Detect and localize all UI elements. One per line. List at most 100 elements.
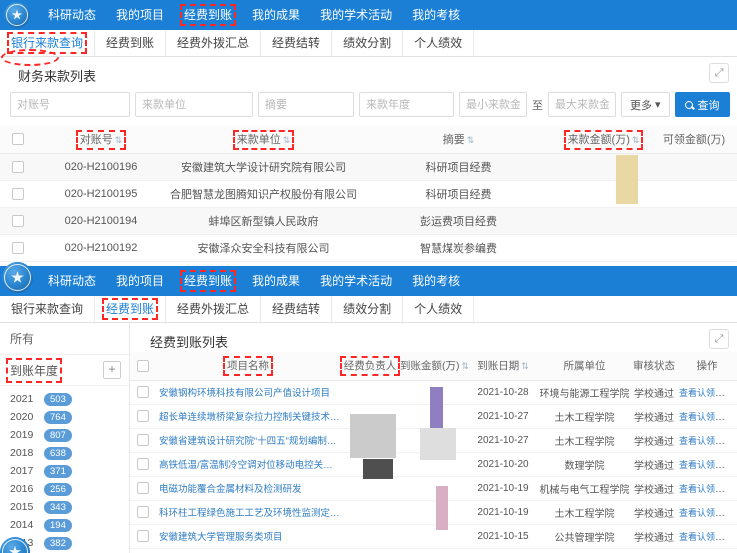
nav-item-my-assessment[interactable]: 我的考核 xyxy=(402,266,470,296)
arrival-row[interactable]: 科环柱工程绿色施工工艺及环境性监测定性研究 2021-10-19 土木工程学院 … xyxy=(130,500,737,524)
nav-item-funding-arrival[interactable]: 经费到账 xyxy=(174,266,242,296)
select-all-checkbox[interactable] xyxy=(12,133,24,145)
col-header-status[interactable]: 审核状态 xyxy=(631,352,677,380)
nav-item-research-news[interactable]: 科研动态 xyxy=(38,0,106,30)
expand-icon[interactable]: ⤢ xyxy=(709,63,729,83)
year-filter-2017[interactable]: 2017371 xyxy=(0,462,129,480)
col-header-leader[interactable]: 经费负责人 xyxy=(340,352,400,380)
row-checkbox[interactable] xyxy=(12,215,24,227)
status-cell: 学校通过 xyxy=(631,404,677,428)
subnav-performance-split[interactable]: 绩效分割 xyxy=(332,296,403,322)
nav-item-my-achievements[interactable]: 我的成果 xyxy=(242,0,310,30)
col-header-unit[interactable]: 来款单位⇅ xyxy=(166,126,361,153)
nav-item-my-projects[interactable]: 我的项目 xyxy=(106,266,174,296)
available-cell xyxy=(651,153,737,180)
row-checkbox[interactable] xyxy=(137,434,149,446)
subnav-bank-income-query[interactable]: 银行来款查询 xyxy=(0,296,95,322)
subnav-personal-performance[interactable]: 个人绩效 xyxy=(403,30,474,56)
subnav-performance-split[interactable]: 绩效分割 xyxy=(332,30,403,56)
view-claim-link[interactable]: 查看认领 xyxy=(679,388,715,398)
view-claim-link[interactable]: 查看认领 xyxy=(679,532,715,542)
subnav-outbound-summary[interactable]: 经费外拨汇总 xyxy=(166,30,261,56)
subnav-personal-performance[interactable]: 个人绩效 xyxy=(403,296,474,322)
nav-item-my-assessment[interactable]: 我的考核 xyxy=(402,0,470,30)
expand-icon[interactable]: ⤢ xyxy=(709,329,729,349)
filter-all[interactable]: 所有 xyxy=(0,323,129,355)
select-all-checkbox[interactable] xyxy=(137,360,149,372)
col-header-project-name[interactable]: 项目名称 xyxy=(156,352,340,380)
row-checkbox[interactable] xyxy=(12,188,24,200)
row-checkbox[interactable] xyxy=(12,242,24,254)
row-checkbox[interactable] xyxy=(137,410,149,422)
view-claim-link[interactable]: 查看认领 xyxy=(679,508,715,518)
project-name-link[interactable]: 科环柱工程绿色施工工艺及环境性监测定性研究 xyxy=(156,500,340,524)
col-label: 项目名称 xyxy=(227,360,269,372)
unit-search-input[interactable] xyxy=(135,92,253,117)
col-header-amount[interactable]: 到账金额(万)⇅ xyxy=(400,352,468,380)
subnav-carryover[interactable]: 经费结转 xyxy=(261,30,332,56)
arrival-row[interactable]: 高铁低温/富温制冷空调对位移动电控关键技术研究 2021-10-20 数理学院 … xyxy=(130,452,737,476)
nav-label: 经费到账 xyxy=(184,8,232,22)
nav-item-academic-activities[interactable]: 我的学术活动 xyxy=(310,266,402,296)
min-amount-input[interactable] xyxy=(459,92,527,117)
project-name-link[interactable]: 安徽建筑大学管理服务类项目 xyxy=(156,524,340,548)
col-header-available[interactable]: 可领金额(万) xyxy=(651,126,737,153)
view-claim-link[interactable]: 查看认领 xyxy=(679,484,715,494)
nav-item-my-projects[interactable]: 我的项目 xyxy=(106,0,174,30)
max-amount-input[interactable] xyxy=(548,92,616,117)
row-checkbox[interactable] xyxy=(137,386,149,398)
col-header-action[interactable]: 操作 xyxy=(677,352,737,380)
account-no-cell: 020-H2100192 xyxy=(36,234,166,261)
col-header-unit[interactable]: 所属单位 xyxy=(538,352,631,380)
view-claim-link[interactable]: 查看认领 xyxy=(679,460,715,470)
col-header-account[interactable]: 对账号⇅ xyxy=(36,126,166,153)
nav-item-research-news[interactable]: 科研动态 xyxy=(38,266,106,296)
nav-item-funding-arrival[interactable]: 经费到账 xyxy=(174,0,242,30)
col-header-summary[interactable]: 摘要⇅ xyxy=(361,126,556,153)
more-button[interactable]: 更多▾ xyxy=(621,92,670,117)
col-header-date[interactable]: 到账日期⇅ xyxy=(468,352,538,380)
year-search-input[interactable] xyxy=(359,92,454,117)
arrival-row[interactable]: 安徽省建筑设计研究院“十四五”规划编制研究项目 2021-10-27 土木工程学… xyxy=(130,428,737,452)
arrival-row[interactable]: 安徽钢构环境科技有限公司产值设计项目 2021-10-28 环境与能源工程学院 … xyxy=(130,380,737,404)
subnav-funding-arrival[interactable]: 经费到账 xyxy=(95,30,166,56)
col-header-amount[interactable]: 来款金额(万)⇅ xyxy=(556,126,651,153)
year-filter-2016[interactable]: 2016256 xyxy=(0,480,129,498)
arrival-row[interactable]: 电磁功能覆合金属材料及检测研发 2021-10-19 机械与电气工程学院 学校通… xyxy=(130,476,737,500)
row-checkbox[interactable] xyxy=(12,161,24,173)
view-claim-link[interactable]: 查看认领 xyxy=(679,412,715,422)
year-filter-2018[interactable]: 2018638 xyxy=(0,444,129,462)
add-icon[interactable]: + xyxy=(103,361,121,379)
finance-row[interactable]: 020-H2100196 安徽建筑大学设计研究院有限公司 科研项目经费 xyxy=(0,153,737,180)
row-checkbox[interactable] xyxy=(137,530,149,542)
subnav-outbound-summary[interactable]: 经费外拨汇总 xyxy=(166,296,261,322)
arrival-row[interactable]: 超长单连续墩桥梁复杂拉力控制关键技术研究 2021-10-27 土木工程学院 学… xyxy=(130,404,737,428)
available-cell xyxy=(651,234,737,261)
subnav-carryover[interactable]: 经费结转 xyxy=(261,296,332,322)
subnav-funding-arrival[interactable]: 经费到账 xyxy=(95,296,166,322)
row-checkbox[interactable] xyxy=(137,506,149,518)
row-checkbox[interactable] xyxy=(137,482,149,494)
finance-row[interactable]: 020-H2100192 安徽泽众安全科技有限公司 智慧煤炭参编费 xyxy=(0,234,737,261)
project-name-link[interactable]: 安徽省建筑设计研究院“十四五”规划编制研究项目 xyxy=(156,428,340,452)
arrival-row[interactable]: 安徽建筑大学管理服务类项目 2021-10-15 公共管理学院 学校通过 查看认… xyxy=(130,524,737,548)
project-name-link[interactable]: 超长单连续墩桥梁复杂拉力控制关键技术研究 xyxy=(156,404,340,428)
finance-row[interactable]: 020-H2100194 蚌埠区新型镇人民政府 彭运费项目经费 xyxy=(0,207,737,234)
year-filter-2020[interactable]: 2020764 xyxy=(0,408,129,426)
year-filter-2015[interactable]: 2015343 xyxy=(0,498,129,516)
view-claim-link[interactable]: 查看认领 xyxy=(679,436,715,446)
finance-row[interactable]: 020-H2100195 合肥智慧龙图腾知识产权股份有限公司 科研项目经费 xyxy=(0,180,737,207)
project-name-link[interactable]: 安徽钢构环境科技有限公司产值设计项目 xyxy=(156,380,340,404)
year-filter-2019[interactable]: 2019807 xyxy=(0,426,129,444)
year-filter-2021[interactable]: 2021503 xyxy=(0,390,129,408)
subnav-bank-income-query[interactable]: 银行来款查询 xyxy=(0,30,95,56)
summary-search-input[interactable] xyxy=(258,92,354,117)
row-checkbox[interactable] xyxy=(137,458,149,470)
query-button[interactable]: 查询 xyxy=(675,92,730,117)
account-search-input[interactable] xyxy=(10,92,130,117)
project-name-link[interactable]: 高铁低温/富温制冷空调对位移动电控关键技术研究 xyxy=(156,452,340,476)
year-filter-2014[interactable]: 2014194 xyxy=(0,516,129,534)
nav-item-academic-activities[interactable]: 我的学术活动 xyxy=(310,0,402,30)
project-name-link[interactable]: 电磁功能覆合金属材料及检测研发 xyxy=(156,476,340,500)
nav-item-my-achievements[interactable]: 我的成果 xyxy=(242,266,310,296)
